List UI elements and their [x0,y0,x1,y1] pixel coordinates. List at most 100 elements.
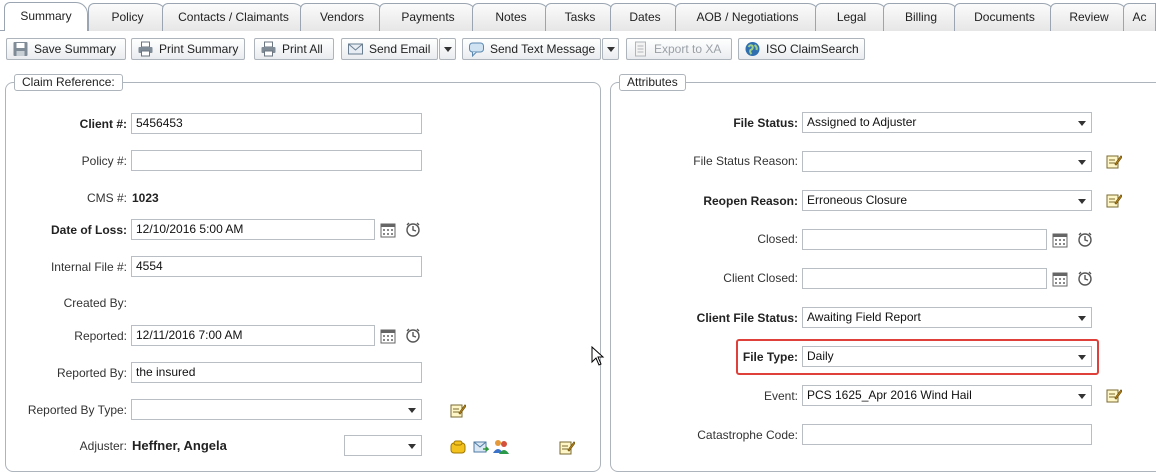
tab-contacts-claimants[interactable]: Contacts / Claimants [162,3,305,31]
printer-icon [261,41,276,57]
reported-by-field[interactable]: the insured [131,362,422,383]
chevron-down-icon [1078,394,1086,399]
tab-summary[interactable]: Summary [4,2,88,31]
edit-icon[interactable] [450,402,466,418]
send-text-message-button[interactable]: Send Text Message [462,38,601,60]
cms-number-value: 1023 [132,191,159,205]
file-status-reason-select[interactable] [802,151,1092,172]
print-all-label: Print All [282,42,323,56]
print-all-button[interactable]: Print All [254,38,334,60]
phone-icon[interactable] [450,439,466,455]
users-icon[interactable] [493,438,509,454]
clock-icon[interactable] [1077,270,1093,286]
cms-number-label: CMS #: [86,191,127,205]
catastrophe-code-label: Catastrophe Code: [697,428,798,442]
tab-ac[interactable]: Ac [1123,3,1156,31]
print-summary-button[interactable]: Print Summary [131,38,245,60]
chevron-down-icon [444,47,452,52]
policy-number-field[interactable] [131,150,422,171]
save-summary-button[interactable]: Save Summary [6,38,126,60]
chevron-down-icon [1078,199,1086,204]
catastrophe-code-field[interactable] [802,424,1092,445]
reported-label: Reported: [74,329,127,343]
send-email-dropdown[interactable] [439,38,456,60]
closed-date-field[interactable] [802,229,1047,250]
file-status-select[interactable]: Assigned to Adjuster [802,112,1092,133]
tab-strip: Summary Policy Contacts / Claimants Vend… [0,0,1156,31]
export-to-xa-label: Export to XA [654,42,722,56]
tab-policy[interactable]: Policy [88,3,167,31]
policy-number-label: Policy #: [81,154,127,168]
file-type-value: Daily [807,349,834,363]
printer-icon [138,41,153,57]
internal-file-label: Internal File #: [50,260,127,274]
reported-by-type-select[interactable] [131,399,422,420]
export-to-xa-button[interactable]: Export to XA [626,38,732,60]
reopen-reason-value: Erroneous Closure [807,193,908,207]
client-closed-date-field[interactable] [802,268,1047,289]
calendar-icon[interactable] [380,328,396,344]
closed-label: Closed: [757,232,798,246]
client-file-status-value: Awaiting Field Report [807,310,921,324]
file-type-select[interactable]: Daily [802,346,1092,367]
send-email-button[interactable]: Send Email [341,38,438,60]
chevron-down-icon [1078,316,1086,321]
file-status-value: Assigned to Adjuster [807,115,917,129]
reported-date-field[interactable]: 12/11/2016 7:00 AM [131,325,375,346]
tab-documents[interactable]: Documents [954,3,1055,31]
chevron-down-icon [1078,160,1086,165]
chevron-down-icon [1078,355,1086,360]
save-icon [13,42,28,56]
date-of-loss-label: Date of Loss: [50,223,127,237]
text-message-icon [469,42,484,57]
reported-by-label: Reported By: [56,366,127,380]
event-label: Event: [763,389,798,403]
globe-icon [745,42,760,56]
date-of-loss-field[interactable]: 12/10/2016 5:00 AM [131,219,375,240]
tab-review[interactable]: Review [1050,3,1128,31]
edit-icon[interactable] [1106,153,1122,169]
adjuster-value: Heffner, Angela [132,438,227,453]
edit-icon[interactable] [1106,192,1122,208]
clock-icon[interactable] [405,327,421,343]
email-forward-icon[interactable] [473,439,489,455]
tab-notes[interactable]: Notes [472,3,550,31]
internal-file-field[interactable]: 4554 [131,256,422,277]
event-select[interactable]: PCS 1625_Apr 2016 Wind Hail [802,385,1092,406]
chevron-down-icon [607,47,615,52]
tab-dates[interactable]: Dates [610,3,680,31]
client-number-field[interactable]: 5456453 [131,113,422,134]
iso-claimsearch-button[interactable]: ISO ClaimSearch [738,38,865,60]
tab-legal[interactable]: Legal [815,3,888,31]
clock-icon[interactable] [1077,231,1093,247]
iso-claimsearch-label: ISO ClaimSearch [766,42,859,56]
calendar-icon[interactable] [1052,232,1068,248]
tab-billing[interactable]: Billing [883,3,959,31]
reported-by-type-label: Reported By Type: [27,403,127,417]
chevron-down-icon [1078,121,1086,126]
chevron-down-icon [408,408,416,413]
edit-icon[interactable] [559,439,575,455]
calendar-icon[interactable] [1052,271,1068,287]
clock-icon[interactable] [405,221,421,237]
calendar-icon[interactable] [380,222,396,238]
edit-icon[interactable] [1106,387,1122,403]
adjuster-select[interactable] [344,435,422,456]
tab-vendors[interactable]: Vendors [300,3,384,31]
reopen-reason-select[interactable]: Erroneous Closure [802,190,1092,211]
file-status-label: File Status: [733,116,798,130]
tab-tasks[interactable]: Tasks [545,3,615,31]
export-icon [635,41,646,57]
claim-reference-title: Claim Reference: [14,74,123,91]
mouse-cursor-icon [591,346,605,366]
reopen-reason-label: Reopen Reason: [703,194,798,208]
created-by-label: Created By: [63,296,127,310]
client-file-status-label: Client File Status: [696,311,798,325]
tab-aob-negotiations[interactable]: AOB / Negotiations [675,3,820,31]
file-status-reason-label: File Status Reason: [693,154,798,168]
client-file-status-select[interactable]: Awaiting Field Report [802,307,1092,328]
attributes-title: Attributes [619,74,686,91]
tab-payments[interactable]: Payments [379,3,477,31]
send-text-dropdown[interactable] [602,38,619,60]
send-text-message-label: Send Text Message [490,42,596,56]
